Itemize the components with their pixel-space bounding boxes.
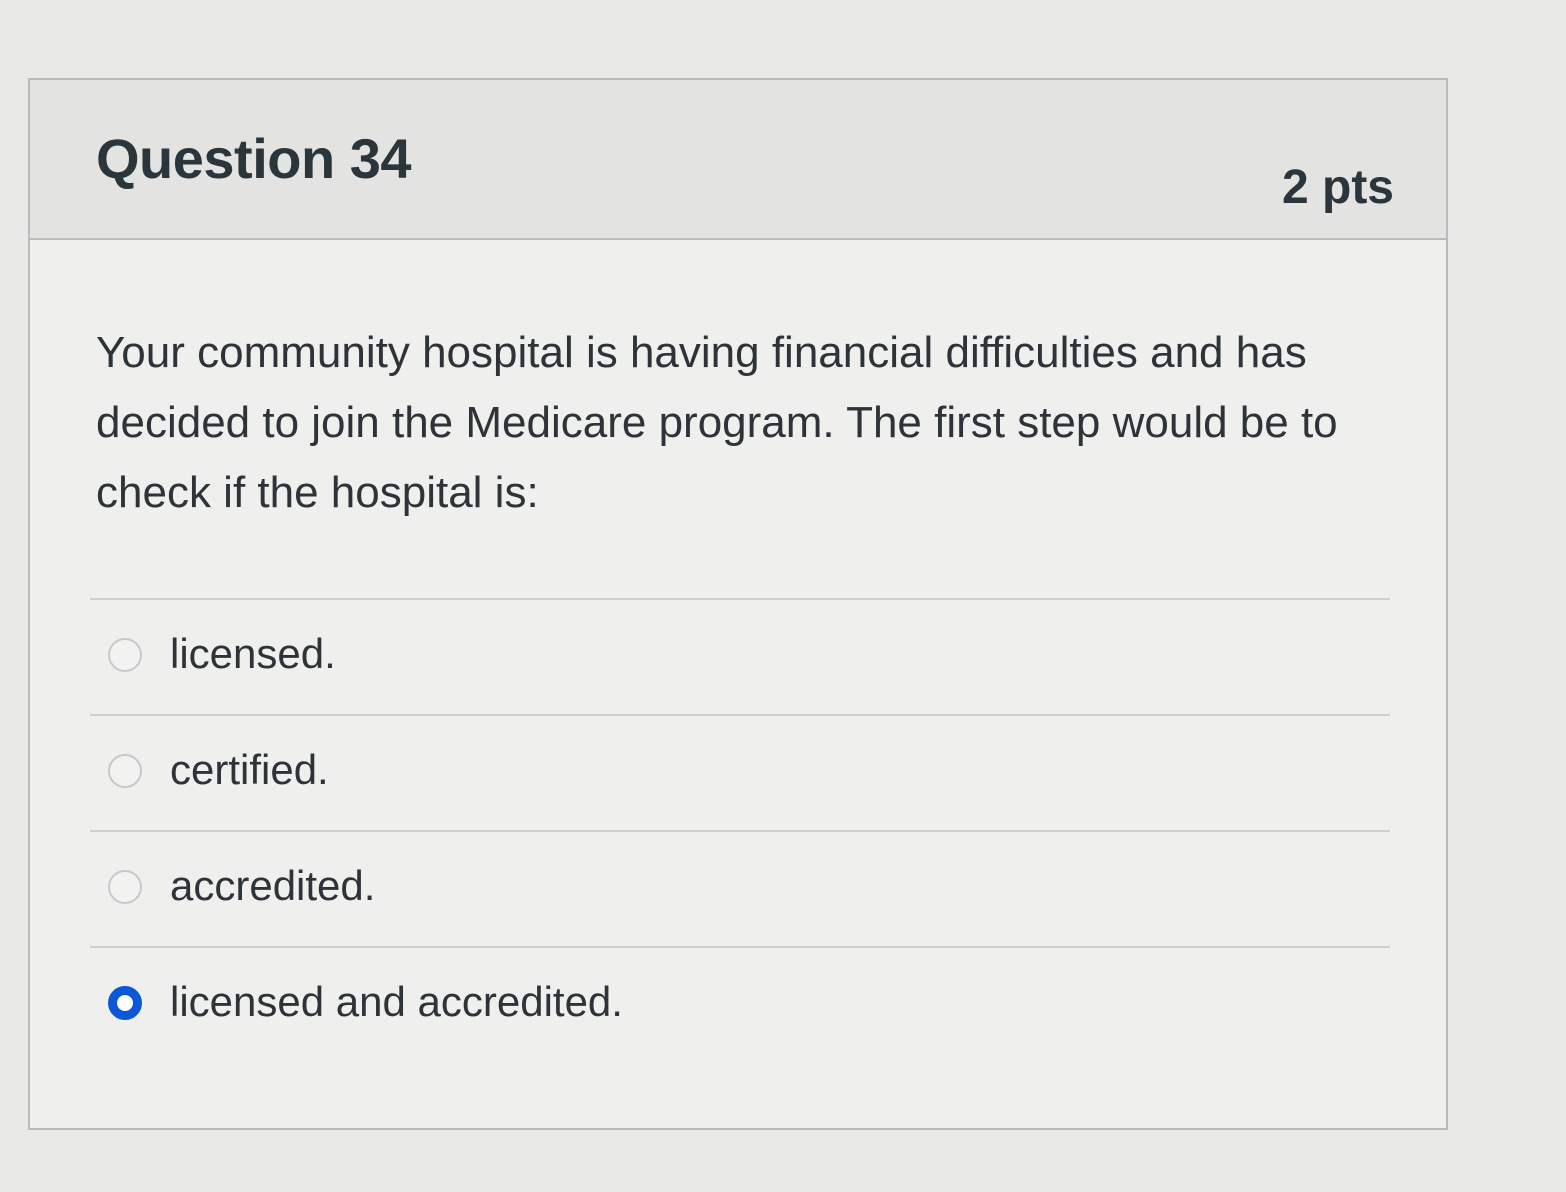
- radio-button-unselected[interactable]: [108, 870, 142, 904]
- answer-option-certified[interactable]: certified.: [90, 714, 1390, 830]
- radio-button-unselected[interactable]: [108, 754, 142, 788]
- answer-label[interactable]: certified.: [170, 746, 329, 794]
- radio-button-selected[interactable]: [108, 986, 142, 1020]
- question-points: 2 pts: [1281, 161, 1394, 214]
- radio-button-unselected[interactable]: [108, 638, 142, 672]
- answer-option-licensed[interactable]: licensed.: [90, 598, 1390, 714]
- question-text: Your community hospital is having financ…: [96, 328, 1338, 517]
- question-card: Question 34 2 pts Your community hospita…: [28, 78, 1448, 1130]
- answer-list: licensed. certified. accredited. license…: [90, 598, 1390, 1062]
- answer-label[interactable]: accredited.: [170, 862, 375, 910]
- answer-option-accredited[interactable]: accredited.: [90, 830, 1390, 946]
- question-header: Question 34 2 pts: [30, 80, 1446, 240]
- answer-label[interactable]: licensed.: [170, 630, 336, 678]
- question-title: Question 34: [96, 127, 412, 190]
- answer-label[interactable]: licensed and accredited.: [170, 978, 623, 1026]
- answer-option-licensed-and-accredited[interactable]: licensed and accredited.: [90, 946, 1390, 1062]
